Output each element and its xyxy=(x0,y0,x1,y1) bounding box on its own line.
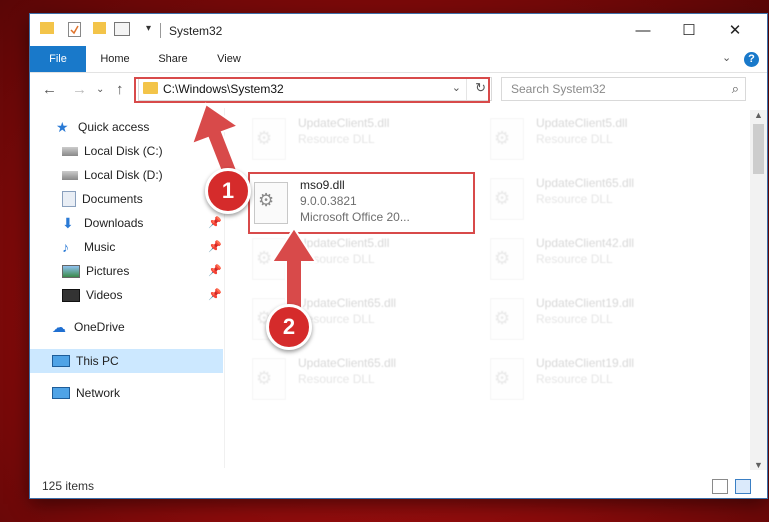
step-badge-1: 1 xyxy=(205,168,251,214)
arrow-2 xyxy=(270,226,318,311)
annotation-arrows xyxy=(190,102,318,311)
step-badge-2: 2 xyxy=(266,304,312,350)
